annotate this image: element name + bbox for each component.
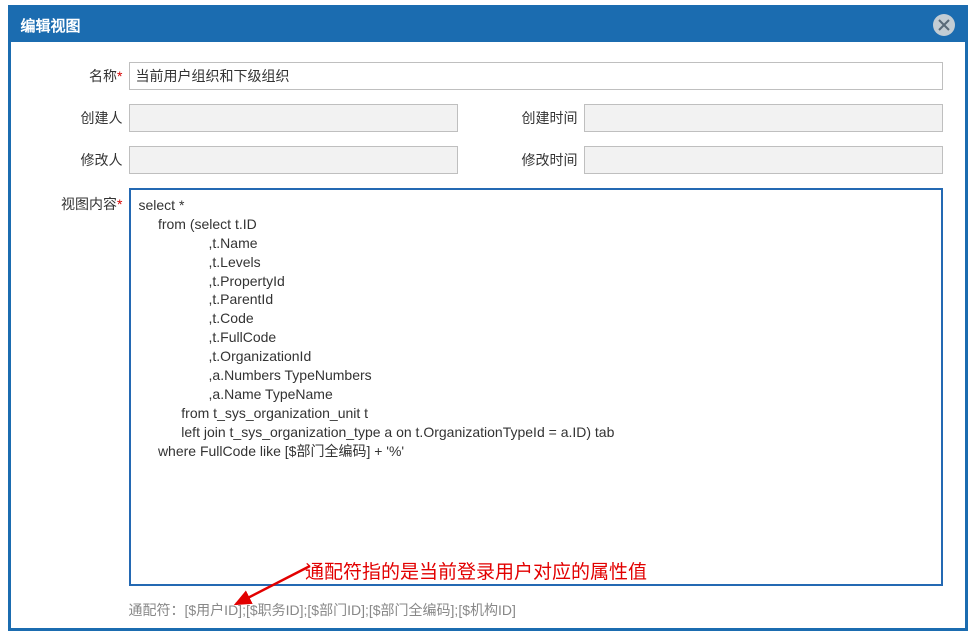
creator-label: 创建人	[33, 108, 129, 128]
content-label: 视图内容*	[33, 188, 129, 214]
create-time-input[interactable]	[584, 104, 943, 132]
name-input[interactable]	[129, 62, 943, 90]
name-label: 名称*	[33, 66, 129, 86]
close-icon[interactable]	[933, 14, 955, 36]
wildcard-hint: 通配符：[$用户ID];[$职务ID];[$部门ID];[$部门全编码];[$机…	[129, 600, 943, 620]
modifier-input[interactable]	[129, 146, 458, 174]
dialog-title: 编辑视图	[21, 15, 81, 36]
view-content-textarea[interactable]: select * from (select t.ID ,t.Name ,t.Le…	[129, 188, 943, 586]
create-time-label: 创建时间	[488, 108, 584, 128]
edit-view-dialog: 编辑视图 名称* 创建人 创建时间	[8, 5, 968, 631]
creator-input[interactable]	[129, 104, 458, 132]
modify-time-input[interactable]	[584, 146, 943, 174]
modifier-label: 修改人	[33, 150, 129, 170]
dialog-body: 名称* 创建人 创建时间 修改人 修改时间	[11, 42, 965, 628]
dialog-header: 编辑视图	[11, 8, 965, 42]
modify-time-label: 修改时间	[488, 150, 584, 170]
